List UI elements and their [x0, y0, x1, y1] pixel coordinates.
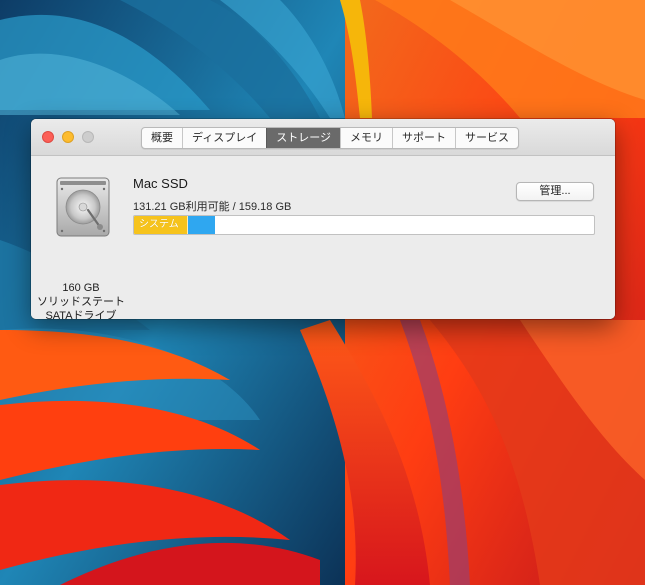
- tab-support[interactable]: サポート: [392, 128, 455, 148]
- storage-pane: 160 GB ソリッドステート SATAドライブ Mac SSD 131.21 …: [31, 156, 615, 319]
- disk-name: Mac SSD: [133, 176, 188, 191]
- zoom-button: [82, 131, 94, 143]
- hard-drive-icon: [56, 177, 110, 237]
- storage-segment-system[interactable]: システム: [134, 216, 188, 234]
- storage-segment-other[interactable]: [188, 216, 215, 234]
- minimize-button[interactable]: [62, 131, 74, 143]
- storage-segment-divider: [187, 216, 188, 234]
- drive-type-line2: SATAドライブ: [45, 310, 117, 319]
- storage-bar[interactable]: システム: [133, 215, 595, 235]
- tab-memory[interactable]: メモリ: [340, 128, 392, 148]
- desktop: 概要 ディスプレイ ストレージ メモリ サポート サービス 160 GB ソリッ…: [0, 0, 645, 585]
- title-bar[interactable]: 概要 ディスプレイ ストレージ メモリ サポート サービス: [31, 119, 615, 156]
- drive-type-line1: ソリッドステート: [37, 296, 125, 308]
- close-button[interactable]: [42, 131, 54, 143]
- drive-caption: 160 GB ソリッドステート SATAドライブ: [31, 281, 131, 319]
- manage-button[interactable]: 管理...: [516, 182, 594, 201]
- disk-usage: 131.21 GB利用可能 / 159.18 GB: [133, 201, 292, 213]
- tab-service[interactable]: サービス: [455, 128, 518, 148]
- tab-bar: 概要 ディスプレイ ストレージ メモリ サポート サービス: [141, 127, 520, 149]
- tab-displays[interactable]: ディスプレイ: [182, 128, 266, 148]
- about-this-mac-window: 概要 ディスプレイ ストレージ メモリ サポート サービス 160 GB ソリッ…: [31, 119, 615, 319]
- tab-overview[interactable]: 概要: [142, 128, 182, 148]
- tab-storage[interactable]: ストレージ: [266, 128, 341, 148]
- drive-capacity: 160 GB: [62, 282, 100, 294]
